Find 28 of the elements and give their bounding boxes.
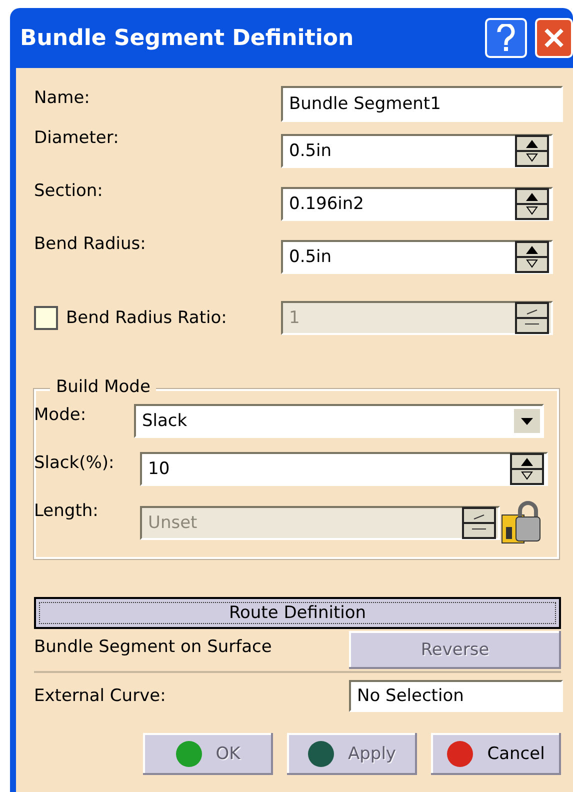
spinner-button[interactable] xyxy=(515,302,549,334)
surface-label: Bundle Segment on Surface xyxy=(34,636,273,657)
mode-dropdown[interactable]: Slack xyxy=(134,404,544,438)
window-title: Bundle Segment Definition xyxy=(20,26,355,50)
field-label: Diameter: xyxy=(34,127,120,148)
help-icon xyxy=(496,24,516,52)
close-button[interactable] xyxy=(535,18,573,58)
text-field[interactable]: Bundle Segment1 xyxy=(281,86,563,122)
lock-icon[interactable] xyxy=(500,501,542,545)
field-label: External Curve: xyxy=(34,686,167,706)
selection-field: No Selection xyxy=(349,680,563,712)
spinner-button[interactable] xyxy=(515,188,549,220)
spinner-button[interactable] xyxy=(515,134,549,166)
field-label: Length: xyxy=(34,500,100,521)
help-button[interactable] xyxy=(485,18,527,58)
spinner-button[interactable] xyxy=(462,507,496,539)
field-label: Mode: xyxy=(34,404,88,425)
spinner-button[interactable] xyxy=(510,453,544,485)
field-label: Name: xyxy=(34,87,91,108)
field-label: Section: xyxy=(34,180,104,201)
close-icon xyxy=(543,27,565,49)
dialog-button[interactable]: Cancel xyxy=(431,733,561,775)
spinner-button[interactable] xyxy=(515,240,549,272)
field-label: Slack(%): xyxy=(34,452,116,473)
value-field[interactable]: 10 xyxy=(140,452,548,486)
field-label: Bend Radius: xyxy=(34,233,147,254)
field-label: Bend Radius Ratio: xyxy=(66,308,227,328)
route-definition-button[interactable]: Route Definition xyxy=(34,597,561,629)
